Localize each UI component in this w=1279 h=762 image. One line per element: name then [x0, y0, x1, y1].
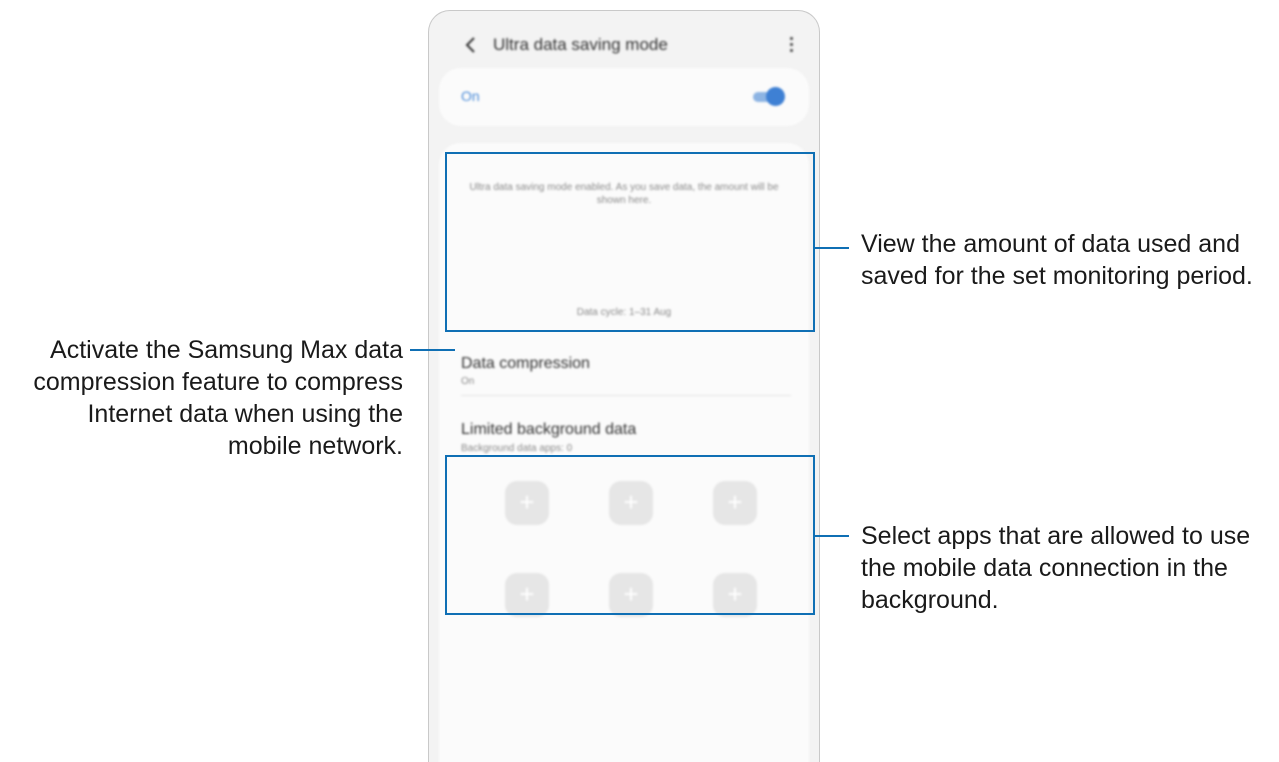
data-compression-status: On: [461, 376, 475, 387]
more-options-icon[interactable]: [787, 34, 795, 56]
top-app-bar: Ultra data saving mode: [429, 25, 819, 65]
data-compression-title[interactable]: Data compression: [461, 355, 590, 373]
background-callout: Select apps that are allowed to use the …: [861, 522, 1251, 614]
apps-highlight-box: [445, 455, 815, 615]
compression-leader-line: [410, 349, 455, 351]
limited-background-title[interactable]: Limited background data: [461, 421, 636, 439]
page-title: Ultra data saving mode: [493, 35, 668, 54]
limited-background-status: Background data apps: 0: [461, 443, 573, 454]
back-arrow-icon[interactable]: [459, 33, 483, 57]
compression-callout: Activate the Samsung Max data compressio…: [33, 336, 403, 460]
apps-leader-line: [815, 535, 849, 537]
toggle-thumb: [766, 87, 785, 106]
usage-highlight-box: [445, 152, 815, 332]
switch-label: On: [461, 88, 480, 104]
divider: [461, 395, 791, 396]
master-switch-card[interactable]: On: [439, 68, 809, 126]
usage-callout: View the amount of data used and saved f…: [861, 230, 1253, 290]
usage-leader-line: [815, 247, 849, 249]
master-toggle[interactable]: [753, 87, 785, 106]
phone-screen: Ultra data saving mode On Ultra data sav…: [428, 10, 820, 762]
